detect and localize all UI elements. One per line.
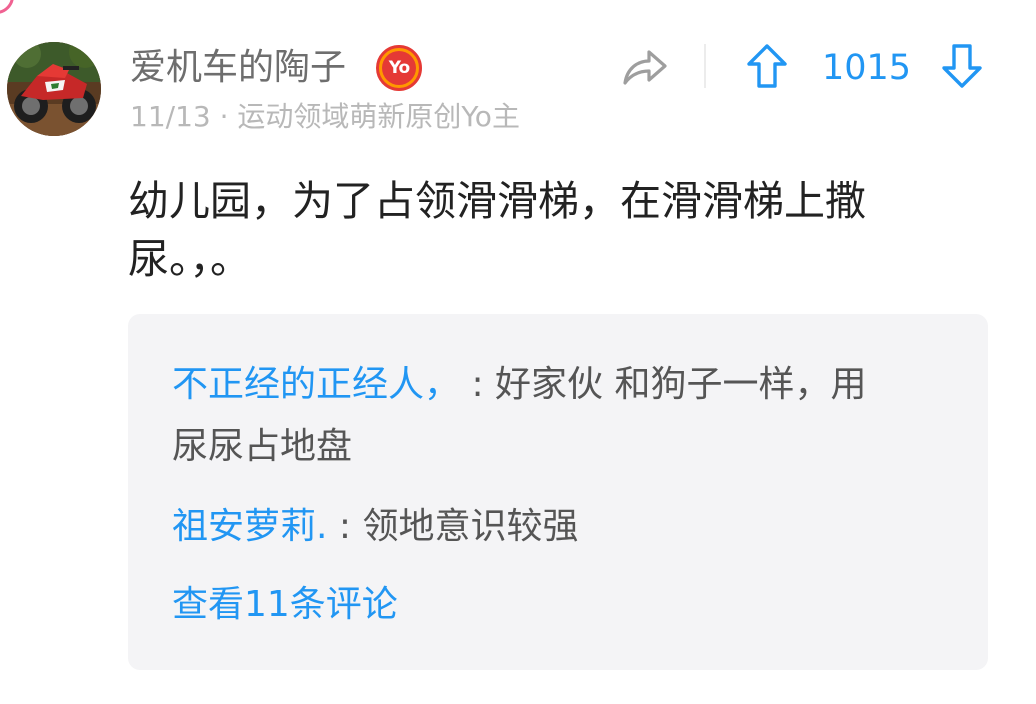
comment-separator: :: [327, 506, 363, 547]
upvote-button[interactable]: [745, 42, 789, 90]
share-arrow-icon: [623, 50, 667, 85]
comment-author[interactable]: 祖安萝莉.: [172, 506, 327, 547]
comment-separator: :: [460, 364, 496, 405]
comment-item: 不正经的正经人， : 好家伙 和狗子一样，用尿尿占地盘: [172, 354, 902, 478]
share-button[interactable]: [620, 44, 670, 90]
action-divider: [704, 44, 706, 88]
post-content: 幼儿园，为了占领滑滑梯，在滑滑梯上撒尿。，。: [128, 177, 866, 283]
comment-preview-box: 不正经的正经人， : 好家伙 和狗子一样，用尿尿占地盘 祖安萝莉. : 领地意识…: [128, 314, 988, 670]
view-all-comments-link[interactable]: 查看11条评论: [172, 574, 398, 636]
vote-count: 1015: [822, 48, 912, 88]
badge-label: Yo: [382, 51, 416, 85]
motorcycle-avatar-icon: [7, 42, 101, 136]
downvote-button[interactable]: [940, 42, 984, 90]
meta-separator: ·: [219, 100, 229, 133]
post-meta: 11/13 · 运动领域萌新原创Yo主: [130, 97, 520, 137]
comment-item: 祖安萝莉. : 领地意识较强: [172, 496, 902, 558]
arrow-down-icon: [942, 44, 982, 88]
post-date: 11/13: [130, 100, 211, 133]
decorative-arc: [0, 0, 14, 14]
arrow-up-icon: [747, 44, 787, 88]
comment-text: 领地意识较强: [362, 506, 579, 547]
user-title: 运动领域萌新原创Yo主: [237, 100, 520, 133]
username[interactable]: 爱机车的陶子: [130, 44, 346, 92]
comment-author[interactable]: 不正经的正经人，: [172, 364, 460, 405]
avatar[interactable]: [7, 42, 101, 136]
yo-badge-icon: Yo: [376, 45, 422, 91]
